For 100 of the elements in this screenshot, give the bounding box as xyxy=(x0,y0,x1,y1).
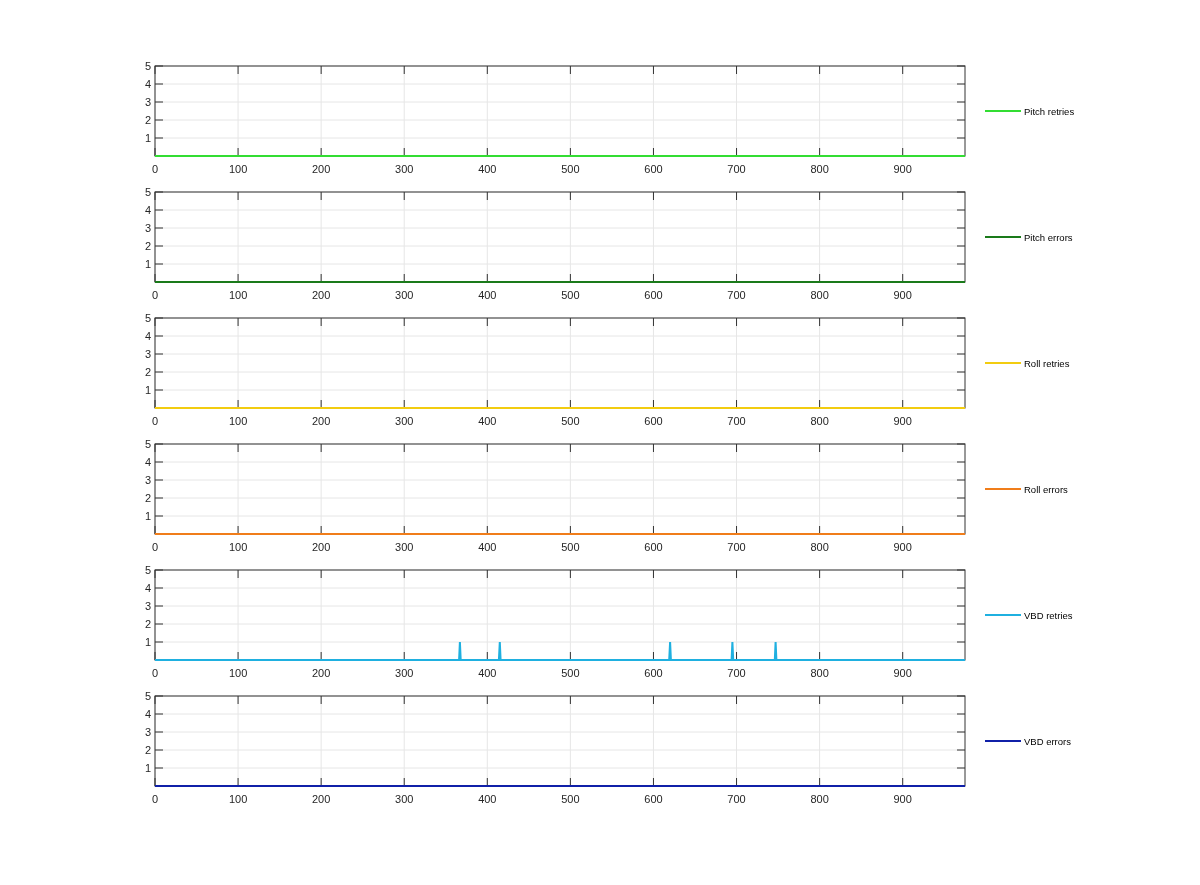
tick-label: 2 xyxy=(144,240,151,252)
tick-label: 800 xyxy=(810,793,829,805)
tick-label: 5 xyxy=(144,690,151,702)
tick-label: 600 xyxy=(644,415,663,427)
tick-label: 1 xyxy=(144,258,151,270)
tick-label: 600 xyxy=(644,289,663,301)
legend-line-sample xyxy=(984,488,1022,490)
tick-label: 100 xyxy=(228,793,248,805)
tick-label: 2 xyxy=(144,366,151,378)
tick-label: 200 xyxy=(311,289,331,301)
tick-label: 600 xyxy=(644,163,663,175)
tick-label: 300 xyxy=(395,289,414,301)
tick-label: 700 xyxy=(727,163,746,175)
tick-label: 3 xyxy=(144,474,151,486)
tick-label: 1 xyxy=(144,384,151,396)
tick-label: 200 xyxy=(311,541,331,553)
tick-label: 700 xyxy=(727,667,746,679)
tick-label: 300 xyxy=(395,793,414,805)
legend-line-sample xyxy=(984,362,1022,364)
tick-label: 800 xyxy=(810,415,829,427)
tick-label: 300 xyxy=(395,667,414,679)
tick-label: 2 xyxy=(144,492,151,504)
tick-label: 1 xyxy=(144,636,151,648)
tick-label: 100 xyxy=(228,289,248,301)
tick-label: 300 xyxy=(395,415,414,427)
tick-label: 100 xyxy=(228,541,248,553)
tick-label: 0 xyxy=(151,541,159,553)
tick-label: 700 xyxy=(727,793,746,805)
tick-label: 500 xyxy=(561,415,580,427)
legend-label: Roll retries xyxy=(1024,358,1070,369)
tick-label: 900 xyxy=(893,415,912,427)
legend-label: VBD retries xyxy=(1024,610,1073,621)
tick-label: 800 xyxy=(810,667,829,679)
tick-label: 5 xyxy=(144,186,151,198)
tick-label: 400 xyxy=(478,289,497,301)
tick-label: 4 xyxy=(144,204,151,216)
tick-label: 3 xyxy=(144,348,151,360)
tick-label: 3 xyxy=(144,600,151,612)
tick-label: 300 xyxy=(395,541,414,553)
tick-label: 1 xyxy=(144,132,151,144)
tick-label: 400 xyxy=(478,541,497,553)
tick-label: 700 xyxy=(727,541,746,553)
legend-line-sample xyxy=(984,110,1022,112)
tick-label: 600 xyxy=(644,541,663,553)
tick-label: 0 xyxy=(151,163,159,175)
tick-label: 200 xyxy=(311,415,331,427)
legend-line-sample xyxy=(984,614,1022,616)
tick-label: 4 xyxy=(144,582,151,594)
tick-label: 3 xyxy=(144,726,151,738)
tick-label: 800 xyxy=(810,289,829,301)
tick-label: 100 xyxy=(228,667,248,679)
tick-label: 3 xyxy=(144,96,151,108)
tick-label: 1 xyxy=(144,762,151,774)
tick-label: 100 xyxy=(228,415,248,427)
tick-label: 600 xyxy=(644,793,663,805)
tick-label: 0 xyxy=(151,289,159,301)
tick-label: 600 xyxy=(644,667,663,679)
tick-label: 100 xyxy=(228,163,248,175)
tick-label: 4 xyxy=(144,78,151,90)
tick-label: 0 xyxy=(151,415,159,427)
tick-label: 2 xyxy=(144,744,151,756)
legend-label: Roll errors xyxy=(1024,484,1068,495)
tick-label: 1 xyxy=(144,510,151,522)
tick-label: 400 xyxy=(478,667,497,679)
tick-label: 2 xyxy=(144,114,151,126)
tick-label: 4 xyxy=(144,708,151,720)
tick-label: 200 xyxy=(311,163,331,175)
tick-label: 500 xyxy=(561,541,580,553)
tick-label: 5 xyxy=(144,312,151,324)
tick-label: 4 xyxy=(144,330,151,342)
tick-label: 2 xyxy=(144,618,151,630)
tick-label: 700 xyxy=(727,415,746,427)
tick-label: 400 xyxy=(478,793,497,805)
tick-label: 800 xyxy=(810,541,829,553)
tick-label: 5 xyxy=(144,564,151,576)
tick-label: 4 xyxy=(144,456,151,468)
tick-label: 900 xyxy=(893,289,912,301)
tick-label: 5 xyxy=(144,438,151,450)
tick-label: 200 xyxy=(311,793,331,805)
legend-line-sample xyxy=(984,236,1022,238)
tick-label: 700 xyxy=(727,289,746,301)
tick-label: 400 xyxy=(478,415,497,427)
tick-label: 500 xyxy=(561,289,580,301)
tick-label: 800 xyxy=(810,163,829,175)
legend-label: Pitch retries xyxy=(1024,106,1075,117)
tick-label: 500 xyxy=(561,163,580,175)
tick-label: 5 xyxy=(144,60,151,72)
tick-label: 200 xyxy=(311,667,331,679)
tick-label: 3 xyxy=(144,222,151,234)
tick-label: 900 xyxy=(893,793,912,805)
tick-label: 900 xyxy=(893,667,912,679)
tick-label: 0 xyxy=(151,793,159,805)
legend-line-sample xyxy=(984,740,1022,742)
tick-label: 500 xyxy=(561,667,580,679)
tick-label: 400 xyxy=(478,163,497,175)
tick-label: 500 xyxy=(561,793,580,805)
tick-label: 0 xyxy=(151,667,159,679)
tick-label: 900 xyxy=(893,541,912,553)
tick-label: 300 xyxy=(395,163,414,175)
legend-label: VBD errors xyxy=(1024,736,1071,747)
